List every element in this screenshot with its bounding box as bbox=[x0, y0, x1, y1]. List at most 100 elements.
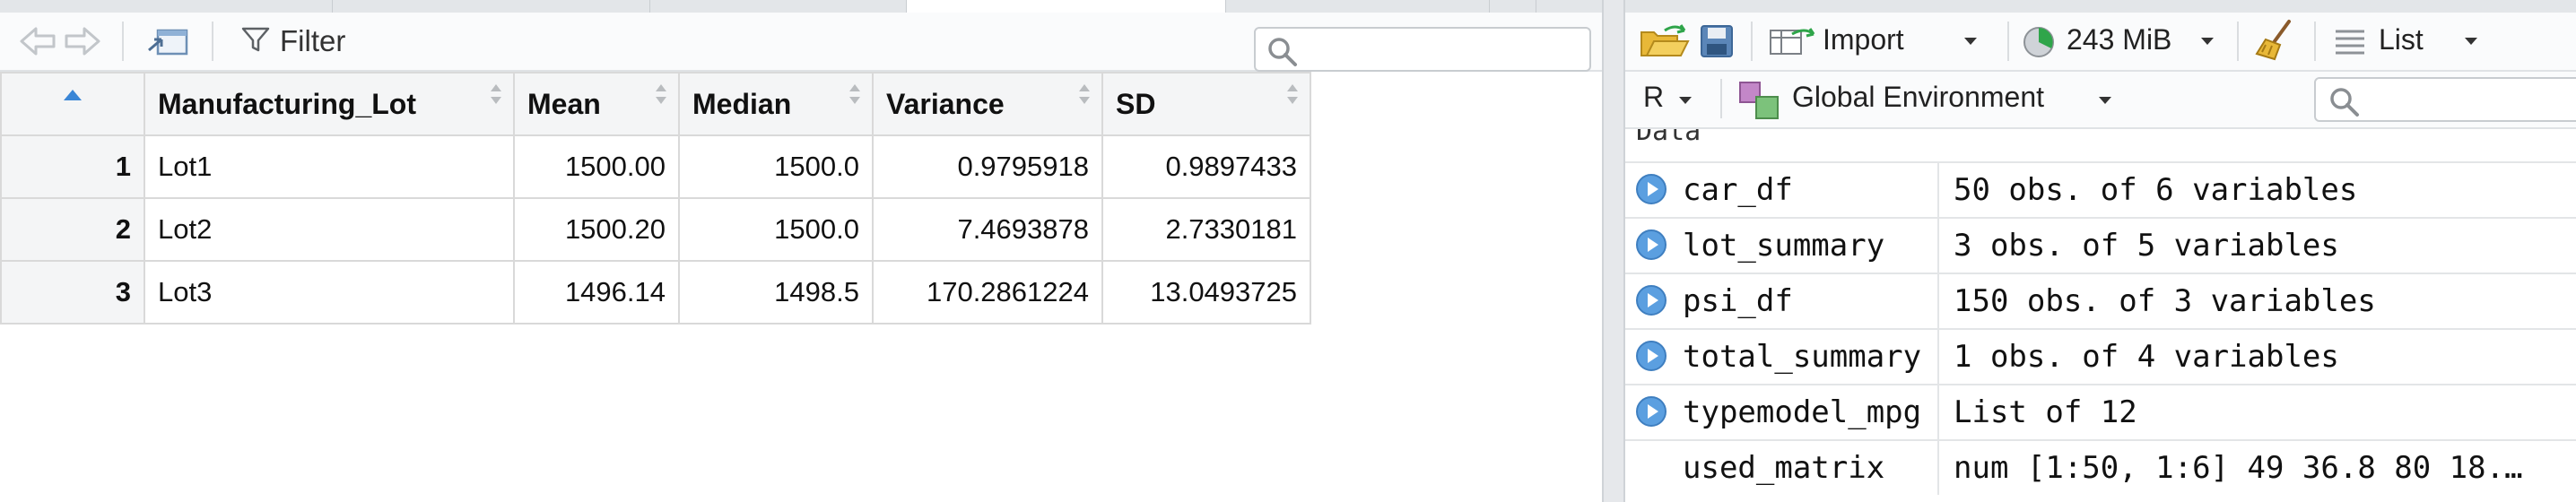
memory-usage-button[interactable]: 243 MiB bbox=[2022, 22, 2219, 61]
cell-variance: 0.9795918 bbox=[872, 134, 1103, 199]
data-viewer-pane: Filter Manufacturing_Lot Mean Median Var… bbox=[0, 0, 1602, 502]
cell-median: 1498.5 bbox=[678, 260, 874, 325]
filter-button[interactable]: Filter bbox=[240, 20, 345, 63]
column-header-manufacturing-lot[interactable]: Manufacturing_Lot bbox=[144, 72, 515, 136]
table-header-row: Manufacturing_Lot Mean Median Variance S… bbox=[0, 72, 1311, 136]
language-label: R bbox=[1643, 81, 1665, 113]
magnifier-icon bbox=[1268, 38, 1297, 66]
column-header-label: SD bbox=[1116, 87, 1156, 120]
popout-icon[interactable] bbox=[145, 23, 192, 61]
row-index: 2 bbox=[0, 197, 145, 262]
toolbar-separator bbox=[212, 22, 213, 61]
expand-circle-icon[interactable] bbox=[1636, 396, 1667, 427]
expand-circle-icon[interactable] bbox=[1636, 341, 1667, 371]
pie-chart-icon bbox=[2022, 25, 2056, 59]
funnel-icon bbox=[240, 24, 271, 59]
sort-arrows-icon bbox=[490, 84, 502, 111]
floppy-disk-icon[interactable] bbox=[1697, 23, 1736, 59]
object-value: 1 obs. of 4 variables bbox=[1954, 339, 2339, 375]
object-value: num [1:50, 1:6] 49 36.8 80 18.… bbox=[1954, 450, 2523, 486]
column-divider bbox=[1937, 274, 1939, 328]
row-index: 1 bbox=[0, 134, 145, 199]
toolbar-separator bbox=[1751, 22, 1753, 61]
toolbar-separator bbox=[1720, 79, 1722, 118]
magnifier-icon bbox=[2330, 88, 2359, 117]
cell-manufacturing-lot: Lot2 bbox=[144, 197, 515, 262]
column-divider bbox=[1937, 385, 1939, 439]
cell-sd: 2.7330181 bbox=[1101, 197, 1311, 262]
environment-object-list: Data car_df 50 obs. of 6 variables lot_s… bbox=[1625, 129, 2576, 502]
active-viewer-tab[interactable] bbox=[906, 0, 1226, 13]
sort-arrows-icon bbox=[849, 84, 861, 111]
toolbar-separator bbox=[2007, 22, 2009, 61]
environment-search-box[interactable] bbox=[2314, 77, 2576, 122]
object-name: typemodel_mpg bbox=[1683, 394, 1922, 430]
object-value: 3 obs. of 5 variables bbox=[1954, 228, 2339, 264]
arrow-left-icon[interactable] bbox=[18, 25, 57, 57]
table-row: 2 Lot2 1500.20 1500.0 7.4693878 2.733018… bbox=[0, 197, 1311, 262]
environment-object-row[interactable]: psi_df 150 obs. of 3 variables bbox=[1625, 273, 2576, 328]
arrow-right-icon[interactable] bbox=[63, 25, 102, 57]
import-dataset-icon bbox=[1769, 25, 1815, 57]
environment-object-row[interactable]: car_df 50 obs. of 6 variables bbox=[1625, 161, 2576, 217]
viewer-toolbar: Filter bbox=[0, 13, 1602, 72]
open-folder-icon[interactable] bbox=[1638, 22, 1692, 61]
chevron-down-icon bbox=[2465, 38, 2477, 45]
pane-splitter[interactable] bbox=[1602, 0, 1625, 502]
data-table: Manufacturing_Lot Mean Median Variance S… bbox=[0, 72, 1311, 325]
column-header-label: Mean bbox=[527, 87, 601, 120]
chevron-down-icon bbox=[2201, 38, 2214, 45]
cell-mean: 1500.00 bbox=[513, 134, 680, 199]
expand-circle-icon[interactable] bbox=[1636, 285, 1667, 316]
list-lines-icon bbox=[2334, 27, 2366, 56]
environment-scope-bar: R Global Environment bbox=[1625, 72, 2576, 129]
column-header-label: Median bbox=[692, 87, 792, 120]
cell-sd: 13.0493725 bbox=[1101, 260, 1311, 325]
column-header-label: Manufacturing_Lot bbox=[158, 87, 416, 120]
column-divider bbox=[1937, 163, 1939, 217]
viewer-search-box[interactable] bbox=[1254, 27, 1591, 72]
import-dataset-button[interactable]: Import bbox=[1769, 22, 1991, 61]
environment-search-input[interactable] bbox=[2363, 84, 2576, 117]
view-mode-dropdown[interactable]: List bbox=[2334, 22, 2486, 61]
environment-tab-strip bbox=[1625, 0, 2576, 13]
cell-mean: 1496.14 bbox=[513, 260, 680, 325]
cell-sd: 0.9897433 bbox=[1101, 134, 1311, 199]
column-header-label: Variance bbox=[886, 87, 1005, 120]
cell-variance: 7.4693878 bbox=[872, 197, 1103, 262]
toolbar-separator bbox=[122, 22, 124, 61]
tab-divider bbox=[1489, 0, 1490, 13]
column-header-mean[interactable]: Mean bbox=[513, 72, 680, 136]
object-name: lot_summary bbox=[1683, 228, 1885, 264]
table-row: 1 Lot1 1500.00 1500.0 0.9795918 0.989743… bbox=[0, 134, 1311, 199]
table-row: 3 Lot3 1496.14 1498.5 170.2861224 13.049… bbox=[0, 260, 1311, 325]
object-value: List of 12 bbox=[1954, 394, 2137, 430]
environment-object-row[interactable]: used_matrix num [1:50, 1:6] 49 36.8 80 1… bbox=[1625, 439, 2576, 495]
cell-median: 1500.0 bbox=[678, 134, 874, 199]
cell-mean: 1500.20 bbox=[513, 197, 680, 262]
language-dropdown[interactable]: R bbox=[1643, 79, 1715, 118]
environment-object-row[interactable]: typemodel_mpg List of 12 bbox=[1625, 384, 2576, 439]
environment-pane: Import 243 MiB List R Global Environment… bbox=[1625, 0, 2576, 502]
column-divider bbox=[1937, 219, 1939, 273]
expand-circle-icon[interactable] bbox=[1636, 229, 1667, 260]
environment-object-row[interactable]: total_summary 1 obs. of 4 variables bbox=[1625, 328, 2576, 384]
cell-variance: 170.2861224 bbox=[872, 260, 1103, 325]
section-header-data[interactable]: Data bbox=[1625, 129, 1701, 152]
environment-object-row[interactable]: lot_summary 3 obs. of 5 variables bbox=[1625, 217, 2576, 273]
column-header-sd[interactable]: SD bbox=[1101, 72, 1311, 136]
object-name: used_matrix bbox=[1683, 450, 1885, 486]
broom-icon[interactable] bbox=[2253, 18, 2296, 63]
chevron-down-icon bbox=[1964, 38, 1977, 45]
object-value: 50 obs. of 6 variables bbox=[1954, 172, 2358, 208]
memory-usage-label: 243 MiB bbox=[2067, 23, 2172, 56]
viewer-search-input[interactable] bbox=[1302, 34, 1584, 66]
column-divider bbox=[1937, 441, 1939, 495]
row-index: 3 bbox=[0, 260, 145, 325]
scope-dropdown[interactable]: Global Environment bbox=[1738, 77, 2133, 120]
column-header-variance[interactable]: Variance bbox=[872, 72, 1103, 136]
row-index-header[interactable] bbox=[0, 72, 145, 136]
cell-manufacturing-lot: Lot3 bbox=[144, 260, 515, 325]
column-header-median[interactable]: Median bbox=[678, 72, 874, 136]
expand-circle-icon[interactable] bbox=[1636, 174, 1667, 204]
